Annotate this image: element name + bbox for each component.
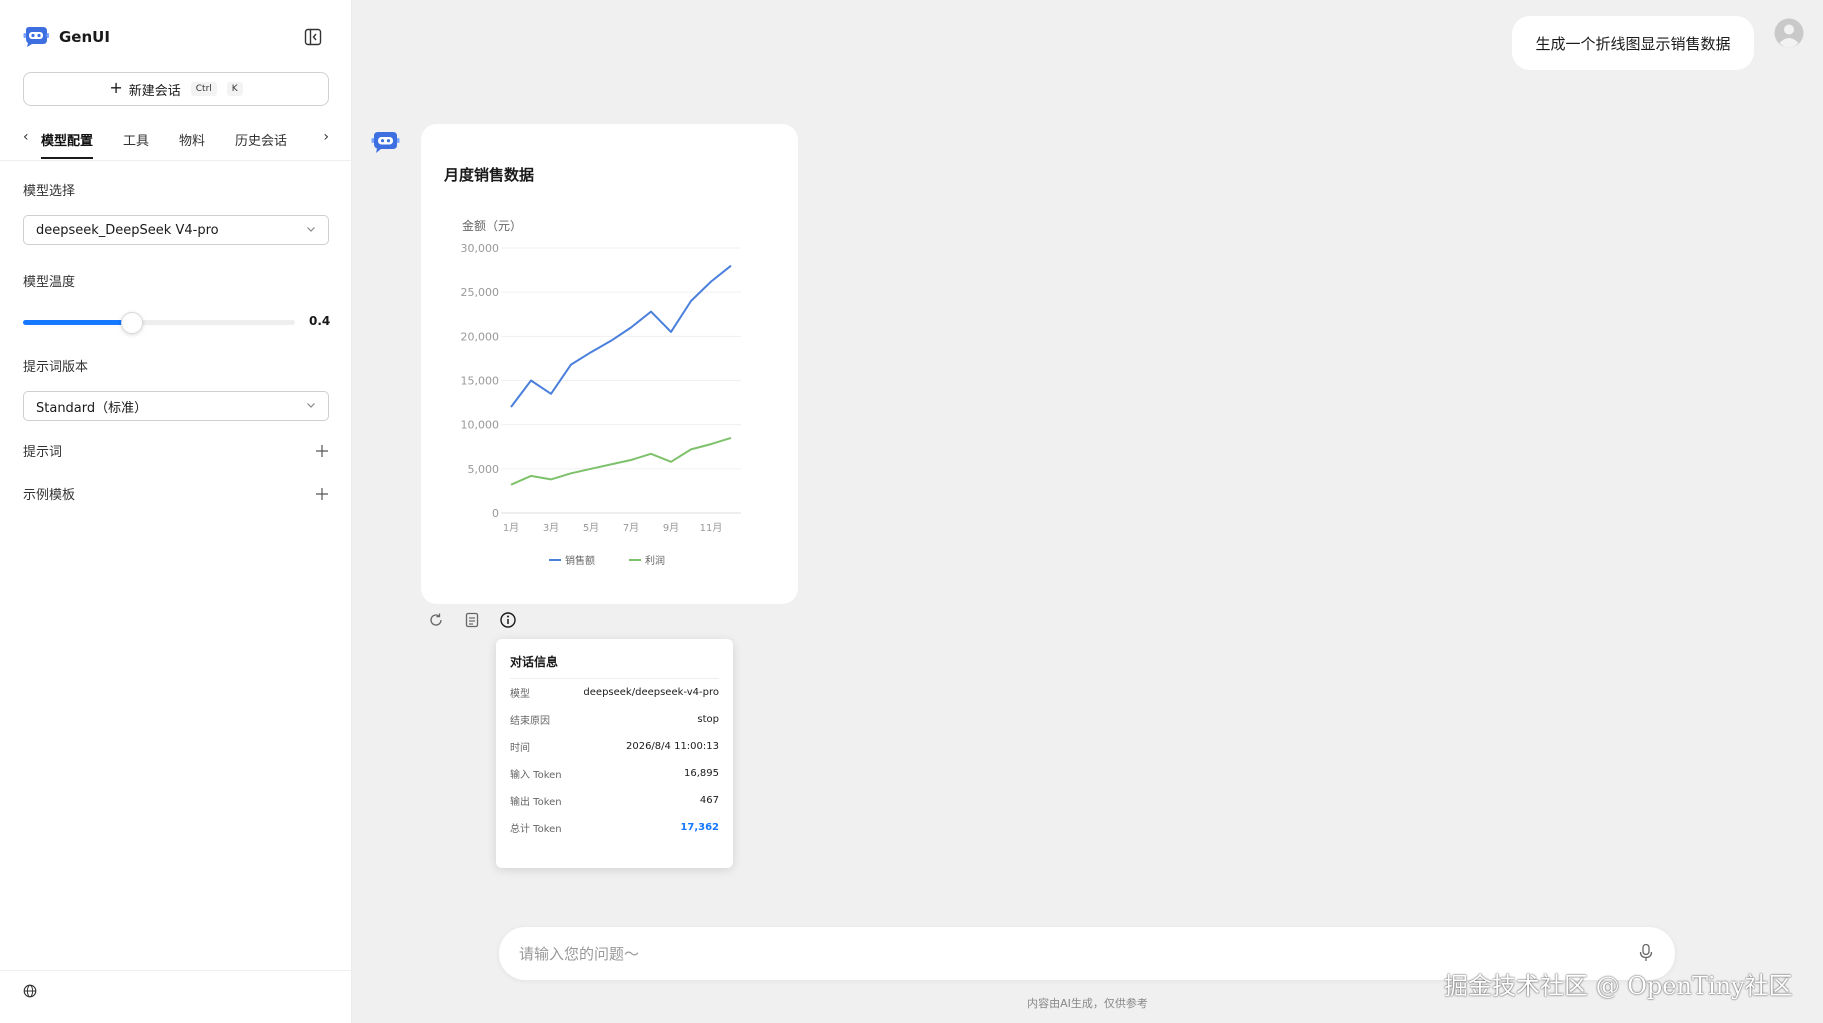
info-key: 模型	[510, 689, 530, 700]
info-row-time: 时间 2026/8/4 11:00:13	[510, 733, 719, 760]
info-value: 16,895	[684, 768, 719, 779]
sidebar: GenUI + 新建会话 Ctrl K ‹ 模型配置 工具 物料 历史会话 › …	[0, 0, 352, 1023]
model-select-label: 模型选择	[23, 184, 76, 199]
bot-avatar-icon	[371, 132, 400, 153]
y-tick-label: 25,000	[461, 286, 500, 299]
plus-icon: +	[109, 78, 123, 97]
info-key: 输出 Token	[510, 797, 562, 808]
sidebar-collapse-icon[interactable]	[303, 27, 323, 47]
tab-tools[interactable]: 工具	[123, 126, 149, 157]
user-avatar-icon[interactable]	[1774, 18, 1804, 48]
tabs-next-icon[interactable]: ›	[323, 129, 329, 145]
prompt-version-label: 提示词版本	[23, 360, 89, 375]
x-tick-label: 9月	[663, 522, 679, 534]
info-key: 时间	[510, 743, 530, 754]
y-axis-label: 金额（元）	[462, 218, 522, 233]
x-tick-label: 1月	[503, 522, 519, 534]
chevron-down-icon	[307, 227, 315, 232]
series-line-profit	[510, 436, 732, 486]
temperature-value: 0.4	[309, 314, 331, 328]
prompt-version-value: Standard（标准）	[36, 400, 148, 416]
tabs-prev-icon[interactable]: ‹	[23, 126, 41, 145]
refresh-icon[interactable]	[427, 611, 445, 629]
info-value: deepseek/deepseek-v4-pro	[583, 687, 719, 698]
y-tick-label: 15,000	[461, 375, 500, 388]
info-key: 总计 Token	[510, 824, 562, 835]
sidebar-tabs: ‹ 模型配置 工具 物料 历史会话 ›	[23, 126, 329, 162]
watermark: 掘金技术社区 @ OpenTiny社区	[1444, 972, 1793, 1000]
prompt-version-select[interactable]: Standard（标准）	[23, 391, 329, 421]
app-name: GenUI	[59, 28, 110, 46]
prompt-label: 提示词	[23, 445, 63, 460]
chevron-down-icon	[307, 403, 315, 408]
prompt-row: 提示词	[23, 441, 329, 460]
info-row-total-token: 总计 Token 17,362	[510, 814, 719, 841]
example-template-label: 示例模板	[23, 488, 76, 503]
temperature-label: 模型温度	[23, 275, 76, 290]
example-template-row: 示例模板	[23, 484, 329, 503]
x-tick-label: 11月	[700, 522, 723, 534]
tab-materials[interactable]: 物料	[179, 126, 205, 157]
model-select[interactable]: deepseek_DeepSeek V4-pro	[23, 215, 329, 245]
slider-fill	[23, 320, 132, 325]
conversation-info-popover: 对话信息 模型 deepseek/deepseek-v4-pro 结束原因 st…	[496, 639, 733, 868]
microphone-icon[interactable]	[1637, 943, 1655, 963]
info-value-total: 17,362	[680, 822, 719, 833]
tab-history[interactable]: 历史会话	[235, 126, 287, 157]
user-message-bubble: 生成一个折线图显示销售数据	[1512, 16, 1754, 70]
info-key: 结束原因	[510, 716, 550, 727]
slider-handle[interactable]	[120, 312, 143, 334]
info-row-input-token: 输入 Token 16,895	[510, 760, 719, 787]
y-tick-label: 30,000	[461, 242, 500, 255]
info-value: 467	[699, 795, 719, 806]
legend-label: 利润	[645, 554, 665, 567]
info-row-model: 模型 deepseek/deepseek-v4-pro	[510, 679, 719, 706]
info-row-finish-reason: 结束原因 stop	[510, 706, 719, 733]
user-message-text: 生成一个折线图显示销售数据	[1535, 34, 1731, 53]
y-tick-label: 0	[492, 507, 499, 520]
temperature-slider[interactable]	[23, 312, 295, 334]
tabs-divider	[0, 160, 352, 161]
y-tick-label: 20,000	[461, 330, 500, 343]
info-title: 对话信息	[510, 653, 719, 679]
add-prompt-icon[interactable]	[315, 444, 329, 458]
info-icon[interactable]	[499, 611, 517, 629]
x-tick-label: 3月	[543, 522, 559, 534]
info-row-output-token: 输出 Token 467	[510, 787, 719, 814]
brand: GenUI	[23, 26, 110, 48]
chart-card: 月度销售数据 金额（元） 0 5,000 10,000 15,000 20,000 25,0…	[421, 124, 798, 604]
x-tick-label: 5月	[583, 522, 599, 534]
x-tick-label: 7月	[623, 522, 639, 534]
sidebar-bottom-divider	[0, 970, 352, 971]
y-tick-label: 5,000	[468, 463, 500, 476]
info-value: 2026/8/4 11:00:13	[625, 741, 719, 752]
message-actions	[427, 611, 517, 629]
info-value: stop	[697, 714, 719, 725]
info-key: 输入 Token	[510, 770, 562, 781]
chat-input[interactable]	[519, 944, 1655, 963]
model-select-value: deepseek_DeepSeek V4-pro	[36, 222, 219, 238]
shortcut-key-ctrl: Ctrl	[190, 82, 217, 96]
genui-logo-icon	[23, 27, 49, 47]
line-chart: 金额（元） 0 5,000 10,000 15,000 20,000 25,000 30,00…	[461, 218, 741, 567]
shortcut-key-k: K	[226, 82, 243, 96]
legend-label: 销售额	[565, 554, 595, 567]
tab-model-config[interactable]: 模型配置	[41, 126, 94, 159]
copy-icon[interactable]	[463, 611, 481, 629]
y-tick-label: 10,000	[461, 419, 500, 432]
new-chat-label: 新建会话	[128, 83, 181, 99]
add-example-icon[interactable]	[315, 487, 329, 501]
new-chat-button[interactable]: + 新建会话 Ctrl K	[23, 72, 329, 106]
